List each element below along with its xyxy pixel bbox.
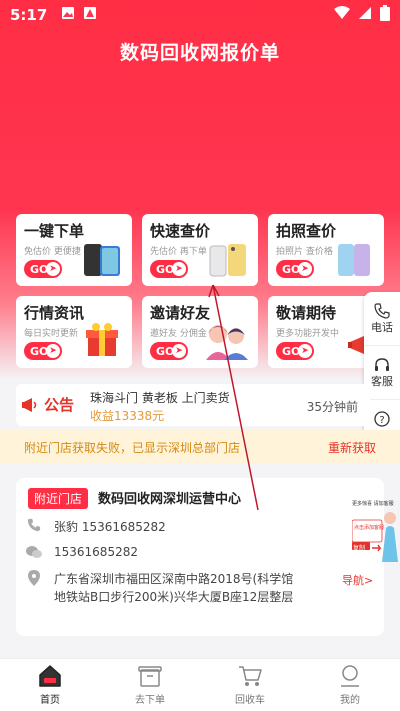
announcement-time: 35分钟前 <box>306 400 358 414</box>
announcement-bonus: 收益13338元 <box>90 409 165 423</box>
store-name: 数码回收网深圳运营中心 <box>98 492 242 507</box>
card-invite-friends[interactable]: 邀请好友 邀好友 分佣金 GO ➤ <box>142 296 258 368</box>
card-quick-quote[interactable]: 快速查价 先估价 再下单 GO ➤ <box>142 214 258 286</box>
store-wechat: 15361685282 <box>54 545 138 559</box>
go-button[interactable]: GO ➤ <box>24 260 62 278</box>
cart-icon <box>239 666 262 686</box>
svg-text:?: ? <box>379 415 384 426</box>
phone-product-icon <box>332 242 376 282</box>
go-button[interactable]: GO ➤ <box>276 342 314 360</box>
tab-profile[interactable]: 我的 <box>300 659 400 711</box>
announcement-label-text: 公告 <box>44 396 75 414</box>
promo-bottom-text: 复制 <box>353 545 366 552</box>
page-title: 数码回收网报价单 <box>119 42 280 64</box>
sidebar-service-label: 客服 <box>371 374 393 388</box>
store-card: 附近门店 数码回收网深圳运营中心 张豹 15361685282 15361685… <box>16 478 398 636</box>
add-service-promo[interactable]: 更多惊喜 请加客服 点击添加客服 复制 <box>351 498 400 562</box>
megaphone-icon <box>22 397 37 412</box>
announcement-bar[interactable]: 公告 珠海斗门 黄老板 上门卖货 收益13338元 35分钟前 <box>16 384 370 426</box>
navigate-button[interactable]: 导航> <box>342 572 373 588</box>
tab-cart[interactable]: 回收车 <box>200 659 300 711</box>
phone-icon <box>374 302 390 319</box>
gift-box-icon <box>80 320 124 364</box>
arrow-right-icon: ➤ <box>172 344 186 358</box>
gallery-icon <box>61 6 75 24</box>
status-bar: 5:17 <box>0 0 400 30</box>
tab-cart-label: 回收车 <box>235 695 265 706</box>
card-title: 快速查价 <box>150 222 211 240</box>
card-title: 敬请期待 <box>276 304 337 322</box>
signal-icon <box>358 6 372 24</box>
card-market-news[interactable]: 行情资讯 每日实时更新 GO ➤ <box>16 296 132 368</box>
nearby-store-tag: 附近门店 <box>28 488 89 509</box>
card-title: 一键下单 <box>24 222 85 240</box>
arrow-right-icon: ➤ <box>298 262 312 276</box>
question-icon: ? <box>374 411 390 427</box>
bottom-tab-bar: 首页 去下单 回收车 我的 <box>0 658 400 711</box>
user-icon <box>341 665 359 687</box>
location-message: 附近门店获取失败，已显示深圳总部门店 <box>24 440 241 455</box>
tab-profile-label: 我的 <box>340 695 360 706</box>
store-address: 广东省深圳市福田区深南中路2018号(科学馆地铁站B口步行200米)兴华大厦B座… <box>54 572 294 604</box>
go-button[interactable]: GO ➤ <box>150 260 188 278</box>
go-button[interactable]: GO ➤ <box>276 260 314 278</box>
card-title: 拍照查价 <box>276 222 337 240</box>
announcement-text: 珠海斗门 黄老板 上门卖货 <box>90 391 230 405</box>
sidebar-phone-button[interactable]: 电话 <box>364 292 400 346</box>
arrow-right-icon: ➤ <box>298 344 312 358</box>
card-photo-quote[interactable]: 拍照查价 拍照片 查价格 GO ➤ <box>268 214 384 286</box>
home-icon <box>39 665 61 687</box>
friends-illustration-icon <box>202 320 250 364</box>
store-address-row: 广东省深圳市福田区深南中路2018号(科学馆地铁站B口步行200米)兴华大厦B座… <box>24 570 304 606</box>
battery-icon <box>380 5 390 25</box>
arrow-right-icon: ➤ <box>46 262 60 276</box>
store-contact-row[interactable]: 张豹 15361685282 <box>24 518 166 535</box>
promo-mid-text: 点击添加客服 <box>354 525 385 531</box>
location-pin-icon <box>24 570 44 586</box>
tab-order[interactable]: 去下单 <box>100 659 200 711</box>
headset-icon <box>375 357 389 371</box>
store-wechat-row[interactable]: 15361685282 <box>24 545 138 559</box>
go-button[interactable]: GO ➤ <box>150 342 188 360</box>
tab-order-label: 去下单 <box>135 695 165 706</box>
tab-home-label: 首页 <box>40 695 60 706</box>
phone-product-icon <box>206 242 250 282</box>
status-time: 5:17 <box>10 6 48 24</box>
store-contact: 张豹 15361685282 <box>54 520 166 534</box>
phone-icon <box>24 518 44 532</box>
tab-home[interactable]: 首页 <box>0 659 100 711</box>
arrow-right-icon: ➤ <box>172 262 186 276</box>
announcement-label: 公告 <box>22 394 74 415</box>
arrow-right-icon: ➤ <box>46 344 60 358</box>
order-icon <box>138 666 162 687</box>
phone-product-icon <box>80 242 124 282</box>
app-notification-icon <box>83 6 97 24</box>
wifi-icon <box>334 6 350 24</box>
promo-top-text: 更多惊喜 请加客服 <box>352 501 394 507</box>
refresh-location-button[interactable]: 重新获取 <box>328 439 376 456</box>
location-banner: 附近门店获取失败，已显示深圳总部门店 重新获取 <box>0 430 400 464</box>
card-one-click-order[interactable]: 一键下单 免估价 更便捷 GO ➤ <box>16 214 132 286</box>
sidebar-phone-label: 电话 <box>371 320 393 334</box>
go-button[interactable]: GO ➤ <box>24 342 62 360</box>
wechat-icon <box>24 545 44 559</box>
